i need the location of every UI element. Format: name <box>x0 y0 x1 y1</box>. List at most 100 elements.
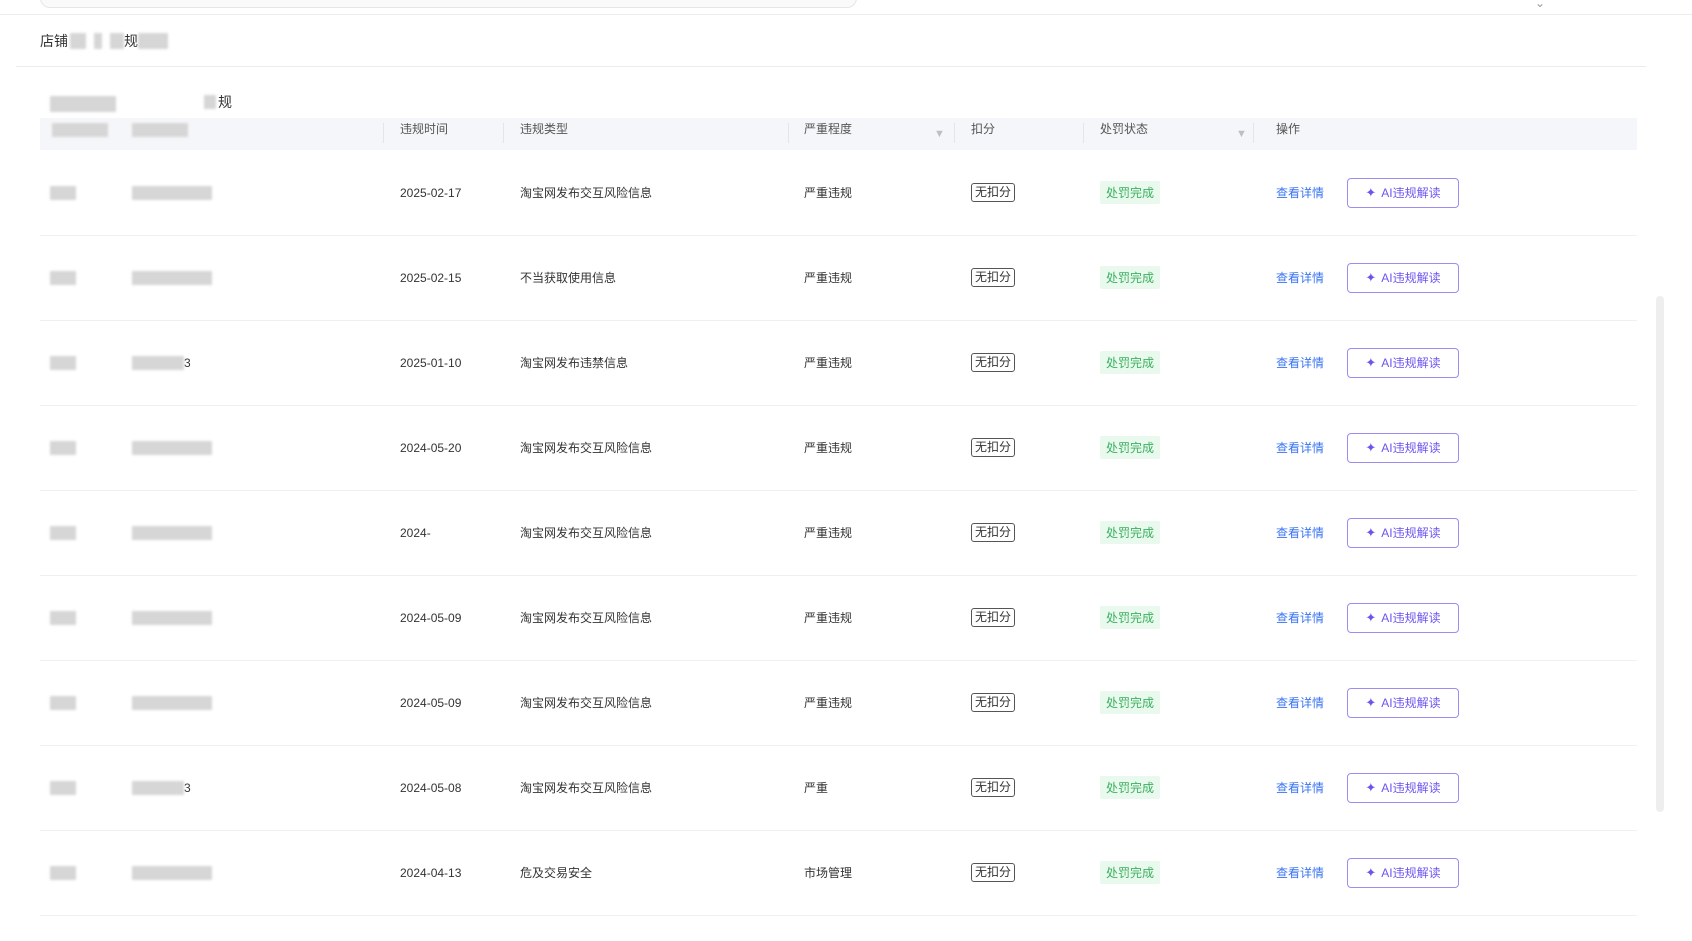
cell-status: 处罚完成 <box>1100 490 1161 575</box>
breadcrumb: 店铺 规 <box>40 30 168 52</box>
cell-deduction: 无扣分 <box>971 830 1016 915</box>
cell-id <box>132 830 212 915</box>
header-col-2 <box>132 118 188 150</box>
redacted-text <box>94 33 102 49</box>
cell-severity: 严重违规 <box>804 186 853 200</box>
cell-redacted <box>50 235 76 320</box>
cell-type: 淘宝网发布违禁信息 <box>520 356 629 370</box>
ai-interpret-button[interactable]: ✦ AI违规解读 <box>1347 347 1459 378</box>
cell-id <box>132 405 212 490</box>
view-details-link[interactable]: 查看详情 <box>1276 184 1324 201</box>
cell-time: 2024-05-08 <box>400 780 462 795</box>
cell-id: 3 <box>132 320 191 405</box>
ai-interpret-label: AI违规解读 <box>1381 526 1441 540</box>
deduction-badge: 无扣分 <box>971 693 1016 712</box>
table-row: 2024-05-20 淘宝网发布交互风险信息 严重违规 无扣分 处罚完成 查看详… <box>40 405 1637 491</box>
table-row: 2024-05-09 淘宝网发布交互风险信息 严重违规 无扣分 处罚完成 查看详… <box>40 660 1637 746</box>
header-action: 操作 <box>1276 122 1301 136</box>
ai-interpret-button[interactable]: ✦ AI违规解读 <box>1347 177 1459 208</box>
ai-interpret-button[interactable]: ✦ AI违规解读 <box>1347 857 1459 888</box>
cell-type: 淘宝网发布交互风险信息 <box>520 186 653 200</box>
cell-status: 处罚完成 <box>1100 830 1161 915</box>
redacted-text <box>110 33 124 49</box>
view-details-link[interactable]: 查看详情 <box>1276 269 1324 286</box>
cell-deduction: 无扣分 <box>971 575 1016 660</box>
ai-interpret-button[interactable]: ✦ AI违规解读 <box>1347 772 1459 803</box>
cell-redacted <box>50 660 76 745</box>
deduction-badge: 无扣分 <box>971 268 1016 287</box>
header-severity: 严重程度 ▼ <box>804 118 984 150</box>
cell-deduction: 无扣分 <box>971 660 1016 745</box>
top-search-input[interactable] <box>40 0 857 8</box>
table-row: 2024-05-09 淘宝网发布交互风险信息 严重违规 无扣分 处罚完成 查看详… <box>40 575 1637 661</box>
cell-action-view: 查看详情 <box>1276 320 1324 405</box>
ai-interpret-button[interactable]: ✦ AI违规解读 <box>1347 432 1459 463</box>
cell-severity: 市场管理 <box>804 866 853 880</box>
sparkle-icon: ✦ <box>1365 439 1377 455</box>
cell-severity: 严重违规 <box>804 611 853 625</box>
cell-type: 淘宝网发布交互风险信息 <box>520 611 653 625</box>
cell-time: 2024- <box>400 525 431 540</box>
ai-interpret-label: AI违规解读 <box>1381 781 1441 795</box>
ai-interpret-button[interactable]: ✦ AI违规解读 <box>1347 602 1459 633</box>
view-details-link[interactable]: 查看详情 <box>1276 694 1324 711</box>
cell-redacted <box>50 830 76 915</box>
deduction-badge: 无扣分 <box>971 778 1016 797</box>
tab-redacted[interactable] <box>50 96 116 112</box>
cell-time: 2025-01-10 <box>400 355 462 370</box>
ai-interpret-button[interactable]: ✦ AI违规解读 <box>1347 517 1459 548</box>
ai-interpret-label: AI违规解读 <box>1381 186 1441 200</box>
table-row: 2024-04-13 危及交易安全 市场管理 无扣分 处罚完成 查看详情 ✦ A… <box>40 830 1637 916</box>
cell-action-view: 查看详情 <box>1276 405 1324 490</box>
view-details-link[interactable]: 查看详情 <box>1276 779 1324 796</box>
chevron-down-icon[interactable]: ⌄ <box>1535 0 1545 10</box>
cell-severity: 严重违规 <box>804 271 853 285</box>
ai-interpret-button[interactable]: ✦ AI违规解读 <box>1347 687 1459 718</box>
deduction-badge: 无扣分 <box>971 183 1016 202</box>
cell-type: 淘宝网发布交互风险信息 <box>520 526 653 540</box>
breadcrumb-shop[interactable]: 店铺 <box>40 31 68 51</box>
tab-violation-label: 规 <box>218 94 232 110</box>
cell-status: 处罚完成 <box>1100 575 1161 660</box>
cell-action-view: 查看详情 <box>1276 660 1324 745</box>
view-details-link[interactable]: 查看详情 <box>1276 524 1324 541</box>
ai-interpret-button[interactable]: ✦ AI违规解读 <box>1347 262 1459 293</box>
filter-icon[interactable]: ▼ <box>934 123 945 146</box>
scrollbar[interactable] <box>1656 296 1664 812</box>
cell-status: 处罚完成 <box>1100 235 1161 320</box>
cell-action-view: 查看详情 <box>1276 575 1324 660</box>
status-badge: 处罚完成 <box>1100 606 1161 629</box>
status-badge: 处罚完成 <box>1100 266 1161 289</box>
table-row: 3 2024-05-08 淘宝网发布交互风险信息 严重 无扣分 处罚完成 查看详… <box>40 745 1637 831</box>
cell-id: 3 <box>132 745 191 830</box>
deduction-badge: 无扣分 <box>971 438 1016 457</box>
table-row: 2024- 淘宝网发布交互风险信息 严重违规 无扣分 处罚完成 查看详情 ✦ A… <box>40 490 1637 576</box>
tab-violation[interactable]: 规 <box>204 92 232 112</box>
filter-icon[interactable]: ▼ <box>1236 123 1247 146</box>
view-details-link[interactable]: 查看详情 <box>1276 354 1324 371</box>
cell-type: 淘宝网发布交互风险信息 <box>520 441 653 455</box>
cell-time: 2024-04-13 <box>400 865 462 880</box>
cell-redacted <box>50 575 76 660</box>
cell-redacted <box>50 320 76 405</box>
header-divider <box>16 66 1646 67</box>
header-col-1 <box>52 118 108 150</box>
cell-type: 危及交易安全 <box>520 866 593 880</box>
cell-action-ai: ✦ AI违规解读 <box>1347 235 1459 320</box>
header-severity-label: 严重程度 <box>804 122 853 136</box>
cell-action-view: 查看详情 <box>1276 745 1324 830</box>
cell-deduction: 无扣分 <box>971 320 1016 405</box>
table-row: 3 2025-01-10 淘宝网发布违禁信息 严重违规 无扣分 处罚完成 查看详… <box>40 320 1637 406</box>
cell-type: 不当获取使用信息 <box>520 271 617 285</box>
header-type: 违规类型 <box>520 122 569 136</box>
cell-severity: 严重违规 <box>804 526 853 540</box>
deduction-badge: 无扣分 <box>971 608 1016 627</box>
view-details-link[interactable]: 查看详情 <box>1276 439 1324 456</box>
view-details-link[interactable]: 查看详情 <box>1276 609 1324 626</box>
cell-time: 2024-05-09 <box>400 610 462 625</box>
cell-time: 2025-02-17 <box>400 185 462 200</box>
cell-redacted <box>50 405 76 490</box>
deduction-badge: 无扣分 <box>971 863 1016 882</box>
cell-action-view: 查看详情 <box>1276 150 1324 235</box>
view-details-link[interactable]: 查看详情 <box>1276 864 1324 881</box>
